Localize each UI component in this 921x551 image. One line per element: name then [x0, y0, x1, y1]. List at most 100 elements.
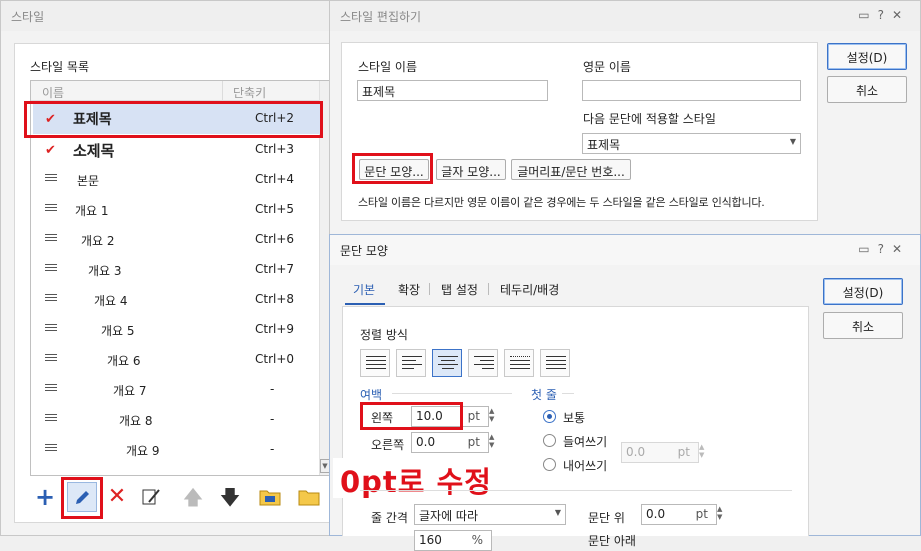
align-center-icon[interactable] — [432, 349, 462, 377]
spin-arrows-icon[interactable]: ▲ ▼ — [489, 433, 499, 449]
style-list-label: 스타일 목록 — [30, 60, 90, 74]
list-header — [31, 81, 330, 101]
shortcut: - — [270, 442, 275, 456]
tab-basic[interactable]: 기본 — [353, 281, 375, 298]
bullet-number-button[interactable]: 글머리표/문단 번호... — [511, 159, 631, 180]
list-item: 개요 9 — [126, 444, 160, 458]
delete-x-icon[interactable]: ✕ — [102, 482, 132, 512]
para-ok-button[interactable]: 설정(D) — [823, 278, 903, 305]
table-row[interactable]: 개요 4 Ctrl+8 — [33, 285, 320, 315]
shortcut: Ctrl+3 — [255, 142, 295, 156]
table-row[interactable]: 개요 1 Ctrl+5 — [33, 195, 320, 225]
list-item: 개요 1 — [75, 204, 109, 218]
para-window-title: 문단 모양 — [330, 235, 920, 265]
list-item: 개요 3 — [88, 264, 122, 278]
unit-label: pt — [695, 507, 708, 521]
shortcut: Ctrl+4 — [255, 172, 295, 186]
align-left-icon[interactable] — [396, 349, 426, 377]
next-style-label: 다음 문단에 적용할 스타일 — [583, 112, 716, 126]
unit-label: pt — [467, 435, 480, 449]
radio-normal[interactable] — [543, 410, 556, 423]
open-folder-icon[interactable] — [294, 482, 324, 512]
paragraph-style-icon — [45, 294, 57, 305]
close-icon[interactable]: ✕ — [892, 242, 910, 256]
para-above-input[interactable]: 0.0 pt — [641, 504, 717, 525]
highlight-left-margin — [360, 402, 463, 430]
list-item: 개요 2 — [81, 234, 115, 248]
arrow-down-icon[interactable]: 🡇 — [215, 482, 245, 512]
line-spacing-select[interactable]: 글자에 따라 ▼ — [414, 504, 566, 525]
table-row[interactable]: ✔ 소제목 Ctrl+3 — [33, 135, 320, 165]
table-row[interactable]: 본문 Ctrl+4 — [33, 165, 320, 195]
highlight-edit-button — [61, 477, 103, 519]
help-card-icon[interactable]: ▭ — [858, 8, 877, 22]
close-icon[interactable]: ✕ — [892, 8, 910, 22]
tab-active-underline — [345, 303, 385, 305]
radio-indent[interactable] — [543, 434, 556, 447]
line-value-input[interactable]: 160 % — [414, 530, 492, 551]
para-above-value: 0.0 — [646, 507, 666, 521]
list-item: 개요 5 — [101, 324, 135, 338]
tab-separator — [429, 283, 430, 295]
radio-outdent-label: 내어쓰기 — [563, 459, 608, 473]
first-line-divider — [562, 393, 574, 394]
next-style-select[interactable]: 표제목 ▼ — [582, 133, 801, 154]
table-row[interactable]: 개요 3 Ctrl+7 — [33, 255, 320, 285]
first-line-label: 첫 줄 — [531, 388, 557, 402]
margin-label: 여백 — [360, 388, 383, 402]
spin-arrows-icon[interactable]: ▲ ▼ — [699, 443, 709, 459]
col-shortcut-header[interactable]: 단축키 — [233, 84, 266, 101]
help-icon[interactable]: ? — [878, 8, 892, 22]
paragraph-style-icon — [45, 414, 57, 425]
window-controls: ▭?✕ — [858, 8, 910, 22]
edit-window-title: 스타일 편집하기 — [330, 1, 920, 31]
style-folder-icon[interactable] — [255, 482, 285, 512]
paragraph-style-icon — [45, 324, 57, 335]
char-shape-button[interactable]: 글자 모양... — [436, 159, 506, 180]
list-item: 본문 — [77, 174, 100, 188]
shortcut: Ctrl+5 — [255, 202, 295, 216]
arrow-up-icon[interactable]: 🡅 — [178, 482, 208, 512]
col-name-header[interactable]: 이름 — [42, 84, 64, 101]
line-spacing-value: 글자에 따라 — [419, 509, 479, 523]
paragraph-style-icon — [45, 354, 57, 365]
align-right-icon[interactable] — [468, 349, 498, 377]
help-card-icon[interactable]: ▭ — [858, 242, 877, 256]
table-row[interactable]: 개요 7 - — [33, 375, 320, 405]
style-name-input[interactable]: 표제목 — [357, 80, 548, 101]
list-item: 개요 6 — [107, 354, 141, 368]
para-cancel-button[interactable]: 취소 — [823, 312, 903, 339]
align-justify-icon[interactable] — [360, 349, 390, 377]
tab-border-bg[interactable]: 테두리/배경 — [500, 281, 559, 298]
chevron-down-icon: ▼ — [554, 508, 561, 517]
eng-name-input[interactable] — [582, 80, 801, 101]
indent-input[interactable]: 0.0 pt — [621, 442, 699, 463]
spin-arrows-icon[interactable]: ▲ ▼ — [717, 505, 727, 521]
shortcut: Ctrl+0 — [255, 352, 295, 366]
help-icon[interactable]: ? — [878, 242, 892, 256]
table-row[interactable]: 개요 6 Ctrl+0 — [33, 345, 320, 375]
tab-extend[interactable]: 확장 — [398, 281, 420, 298]
table-row[interactable]: 개요 2 Ctrl+6 — [33, 225, 320, 255]
edit-cancel-button[interactable]: 취소 — [827, 76, 907, 103]
plus-icon[interactable]: + — [30, 482, 60, 512]
spin-arrows-icon[interactable]: ▲ ▼ — [489, 407, 499, 423]
chevron-down-icon: ▼ — [789, 137, 796, 146]
align-distribute-icon[interactable] — [504, 349, 534, 377]
tab-separator — [488, 283, 489, 295]
table-row[interactable]: 개요 5 Ctrl+9 — [33, 315, 320, 345]
para-below-label: 문단 아래 — [588, 534, 636, 548]
eyedropper-icon[interactable] — [137, 482, 167, 512]
right-margin-input[interactable]: 0.0 pt — [411, 432, 489, 453]
col-divider — [222, 81, 223, 101]
table-row[interactable]: 개요 9 - — [33, 435, 320, 465]
table-row[interactable]: 개요 8 - — [33, 405, 320, 435]
paragraph-style-icon — [45, 234, 57, 245]
edit-ok-button[interactable]: 설정(D) — [827, 43, 907, 70]
radio-outdent[interactable] — [543, 458, 556, 471]
shortcut: Ctrl+9 — [255, 322, 295, 336]
radio-indent-label: 들여쓰기 — [563, 435, 608, 449]
line-unit: % — [471, 533, 483, 547]
tab-tab-settings[interactable]: 탭 설정 — [441, 281, 478, 298]
align-split-icon[interactable] — [540, 349, 570, 377]
